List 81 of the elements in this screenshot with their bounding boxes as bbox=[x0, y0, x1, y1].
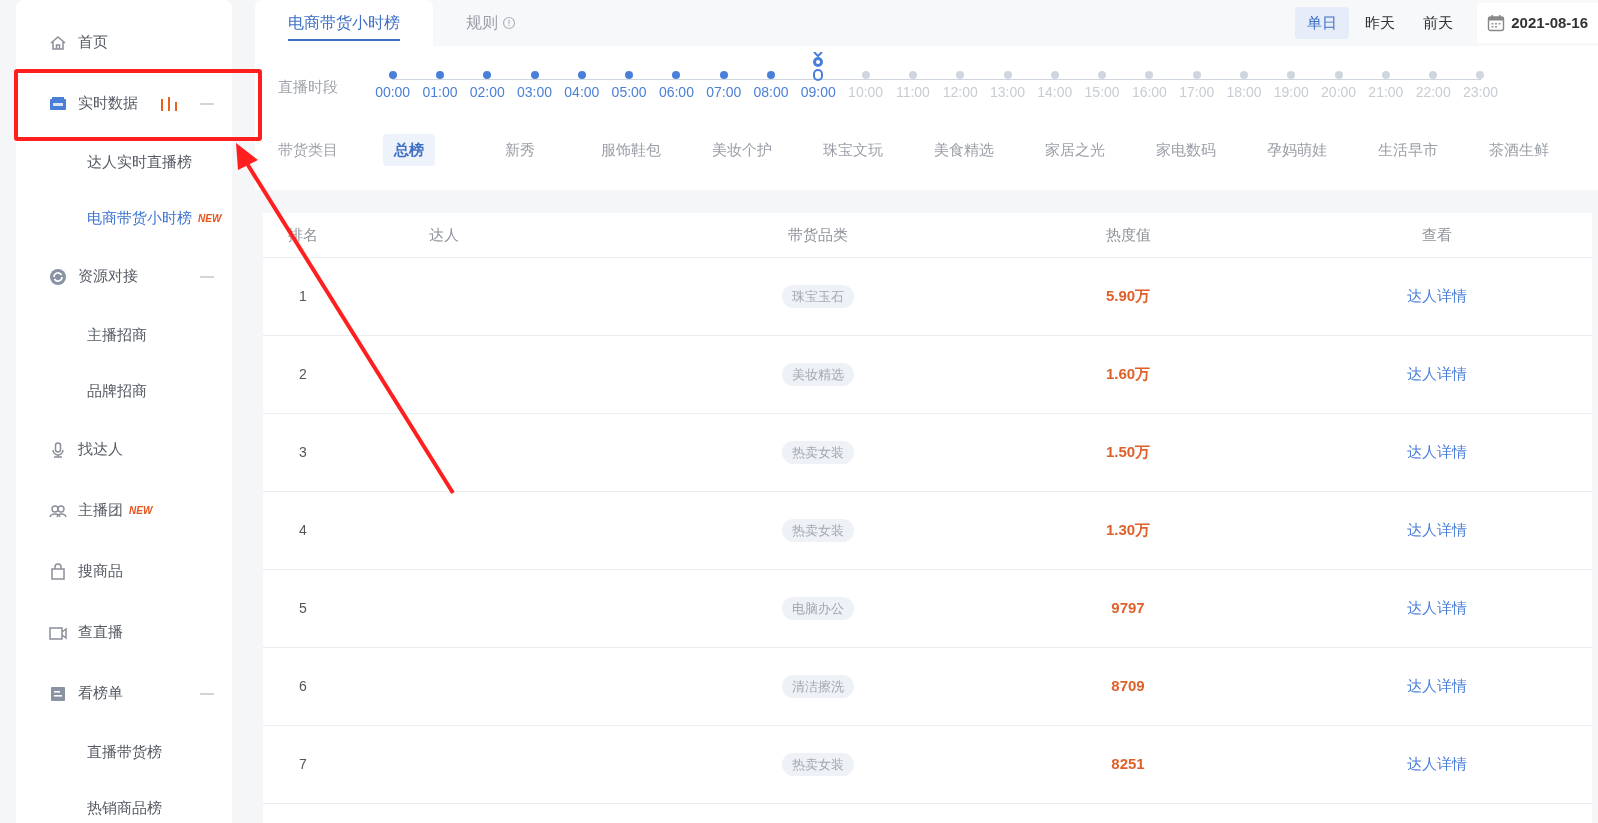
sidebar-item[interactable]: 实时数据 bbox=[78, 92, 138, 115]
category-tag: 热卖女装 bbox=[782, 518, 854, 543]
hour-label[interactable]: 03:00 bbox=[517, 82, 553, 103]
sidebar-item[interactable]: 找达人 bbox=[78, 438, 123, 461]
category-tab[interactable]: 总榜 bbox=[382, 134, 435, 166]
refresh-circle-icon bbox=[48, 266, 68, 287]
rank-number: 4 bbox=[299, 521, 307, 540]
heat-value: 8251 bbox=[1111, 754, 1145, 775]
rank-number: 7 bbox=[299, 755, 307, 774]
category-tab[interactable]: 茶酒生鲜 bbox=[1477, 134, 1560, 166]
heat-value: 5.90万 bbox=[1105, 286, 1151, 307]
hour-label[interactable]: 05:00 bbox=[611, 82, 647, 103]
category-tab[interactable]: 服饰鞋包 bbox=[589, 134, 672, 166]
section-label: 带货类目 bbox=[277, 139, 339, 160]
hour-label[interactable]: 07:00 bbox=[706, 82, 742, 103]
rank-number: 3 bbox=[299, 443, 307, 462]
sidebar-item[interactable]: 主播团 bbox=[78, 499, 123, 522]
hour-label[interactable]: 01:00 bbox=[422, 82, 458, 103]
sidebar-item[interactable]: 资源对接 bbox=[78, 265, 138, 288]
category-tab[interactable]: 家居之光 bbox=[1033, 134, 1116, 166]
detail-link[interactable]: 达人详情 bbox=[1407, 441, 1467, 464]
heat-value: 1.50万 bbox=[1105, 442, 1151, 463]
date-picker[interactable]: 2021-08-16 bbox=[1477, 3, 1598, 43]
rank-number: 2 bbox=[299, 365, 307, 384]
category-tab[interactable]: 珠宝文玩 bbox=[811, 134, 894, 166]
category-tab[interactable]: 美食精选 bbox=[922, 134, 1005, 166]
sidebar-item[interactable]: 看榜单 bbox=[78, 682, 123, 705]
rank-number: 1 bbox=[299, 287, 307, 306]
sidebar-item[interactable]: 达人实时直播榜 bbox=[87, 150, 192, 174]
detail-link[interactable]: 达人详情 bbox=[1407, 675, 1467, 698]
day-button[interactable]: 前天 bbox=[1411, 7, 1466, 39]
detail-link[interactable]: 达人详情 bbox=[1407, 597, 1467, 620]
section-label: 直播时段 bbox=[277, 77, 339, 97]
day-button[interactable]: 昨天 bbox=[1353, 7, 1408, 39]
detail-link[interactable]: 达人详情 bbox=[1407, 363, 1467, 386]
hour-label[interactable]: 02:00 bbox=[469, 82, 505, 103]
category-tag: 清洁擦洗 bbox=[782, 674, 854, 699]
rank-number: 6 bbox=[299, 677, 307, 696]
sidebar-item[interactable]: 主播招商 bbox=[87, 323, 147, 347]
day-button[interactable]: 单日 bbox=[1295, 7, 1350, 39]
sidebar-item[interactable]: 直播带货榜 bbox=[87, 740, 162, 764]
heat-value: 8709 bbox=[1111, 676, 1145, 697]
category-tab[interactable]: 新秀 bbox=[493, 134, 546, 166]
sidebar-item[interactable]: 电商带货小时榜 bbox=[87, 206, 192, 230]
heat-value: 1.30万 bbox=[1105, 520, 1151, 541]
hour-label[interactable]: 00:00 bbox=[375, 82, 411, 103]
category-tab[interactable]: 家电数码 bbox=[1144, 134, 1227, 166]
category-tab[interactable]: 美妆个护 bbox=[700, 134, 783, 166]
category-tag: 珠宝玉石 bbox=[782, 284, 854, 309]
rank-number: 5 bbox=[299, 599, 307, 618]
sidebar-item[interactable]: 查直播 bbox=[78, 621, 123, 644]
tab[interactable]: 规则 bbox=[433, 0, 549, 46]
new-label: NEW bbox=[198, 211, 222, 226]
category-tag: 热卖女装 bbox=[782, 752, 854, 777]
column-header: 带货品类 bbox=[788, 224, 848, 245]
heat-value: 9797 bbox=[1111, 598, 1145, 619]
new-label: NEW bbox=[129, 504, 153, 518]
column-header: 达人 bbox=[429, 224, 459, 245]
sidebar-item[interactable]: 首页 bbox=[78, 31, 108, 54]
column-header: 查看 bbox=[1422, 224, 1452, 245]
category-tag: 美妆精选 bbox=[782, 362, 854, 387]
medal-icon bbox=[811, 52, 826, 68]
category-tab[interactable]: 孕妈萌娃 bbox=[1255, 134, 1338, 166]
sidebar-item[interactable]: 品牌招商 bbox=[87, 379, 147, 403]
hour-label[interactable]: 04:00 bbox=[564, 82, 600, 103]
sidebar-item[interactable]: 热销商品榜 bbox=[87, 796, 162, 820]
category-tag: 电脑办公 bbox=[782, 596, 854, 621]
shopping-bag-icon bbox=[48, 561, 68, 582]
category-tag: 热卖女装 bbox=[782, 440, 854, 465]
sidebar-item[interactable]: 搜商品 bbox=[78, 560, 123, 583]
calendar-icon bbox=[1487, 14, 1506, 32]
heat-value: 1.60万 bbox=[1105, 364, 1151, 385]
detail-link[interactable]: 达人详情 bbox=[1407, 519, 1467, 542]
detail-link[interactable]: 达人详情 bbox=[1407, 285, 1467, 308]
column-header: 热度值 bbox=[1105, 224, 1151, 245]
hour-label[interactable]: 09:00 bbox=[800, 82, 836, 103]
detail-link[interactable]: 达人详情 bbox=[1407, 753, 1467, 776]
tab[interactable]: 电商带货小时榜 bbox=[255, 0, 433, 46]
hour-label[interactable]: 08:00 bbox=[753, 82, 789, 103]
category-tab[interactable]: 生活早市 bbox=[1366, 134, 1449, 166]
hour-label[interactable]: 06:00 bbox=[658, 82, 694, 103]
